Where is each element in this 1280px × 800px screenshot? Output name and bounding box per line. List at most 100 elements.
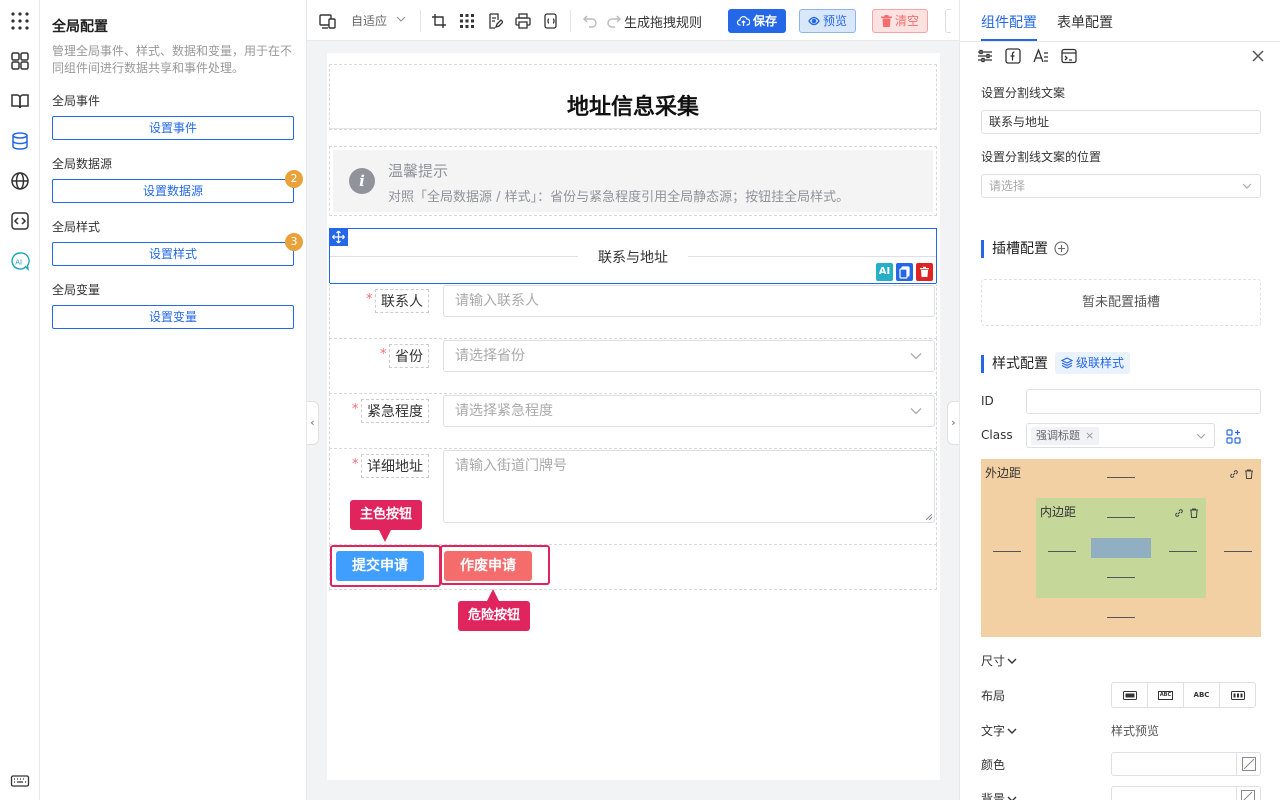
close-icon[interactable] [1251, 49, 1265, 63]
field-row-address: * 详细地址 请输入街道门牌号 [329, 448, 937, 545]
resize-handle-icon[interactable] [925, 513, 932, 520]
padding-right-value[interactable] [1169, 551, 1197, 552]
ai-assist-icon[interactable]: AI [876, 263, 893, 281]
callout-arrow [487, 589, 499, 601]
province-select[interactable]: 请选择省份 [443, 340, 935, 372]
padding-top-value[interactable] [1107, 517, 1135, 518]
padding-box: 内边距 [1036, 498, 1206, 598]
margin-left-value[interactable] [993, 551, 1021, 552]
chevron-down-icon [910, 353, 922, 360]
set-events-button[interactable]: 设置事件 [52, 116, 294, 140]
title-block[interactable]: 地址信息采集 [329, 64, 937, 130]
globe-icon[interactable] [10, 171, 30, 191]
required-mark: * [352, 457, 359, 472]
preview-button[interactable]: 预览 [799, 9, 857, 33]
tip-alert: i 温馨提示 对照「全局数据源 / 样式」：省份与紧急程度引用全局静态源；按钮挂… [333, 150, 933, 212]
province-placeholder: 请选择省份 [455, 348, 525, 364]
apps-grid-icon[interactable] [10, 11, 30, 31]
void-button[interactable]: 作废申请 [444, 551, 532, 581]
collapse-right-toggle[interactable]: › [947, 401, 959, 445]
keyboard-icon[interactable] [10, 771, 30, 791]
layout-block-button[interactable] [1111, 682, 1148, 708]
add-slot-icon[interactable] [1054, 241, 1069, 256]
address-textarea[interactable]: 请输入街道门牌号 [443, 450, 935, 523]
padding-bottom-value[interactable] [1107, 577, 1135, 578]
tip-block[interactable]: i 温馨提示 对照「全局数据源 / 样式」：省份与紧急程度引用全局静态源；按钮挂… [329, 146, 937, 216]
cascade-style-button[interactable]: 级联样式 [1055, 352, 1131, 374]
code-icon[interactable] [10, 211, 30, 231]
tag-close-icon[interactable]: × [1085, 427, 1094, 445]
device-icon[interactable] [319, 13, 337, 29]
redo-icon[interactable] [606, 13, 622, 29]
field-row-contact: * 联系人 请输入联系人 [329, 283, 937, 339]
chevron-down-icon [396, 16, 406, 22]
urgency-select[interactable]: 请选择紧急程度 [443, 395, 935, 427]
cloud-upload-icon [737, 16, 750, 26]
delete-icon[interactable] [916, 263, 933, 281]
terminal-icon[interactable] [1061, 48, 1077, 64]
color-input[interactable] [1111, 752, 1261, 776]
bg-picker-button[interactable] [1236, 787, 1260, 800]
link-icon[interactable] [1229, 469, 1239, 479]
divider-position-select[interactable]: 请选择 [981, 174, 1261, 198]
chevron-down-icon [1196, 433, 1206, 439]
toolbar-divider [420, 10, 421, 32]
background-toggle[interactable]: 背景 [981, 790, 1017, 800]
divider-text-input[interactable]: 联系与地址 [981, 110, 1261, 134]
class-manage-icon[interactable] [1226, 429, 1241, 444]
background-input[interactable] [1111, 786, 1261, 800]
color-picker-button[interactable] [1236, 753, 1260, 775]
undo-icon[interactable] [582, 13, 598, 29]
set-datasource-button[interactable]: 设置数据源 [52, 179, 294, 203]
margin-top-value[interactable] [1107, 477, 1135, 478]
tab-form-config[interactable]: 表单配置 [1057, 12, 1113, 32]
sliders-icon[interactable] [977, 48, 993, 64]
padding-left-value[interactable] [1048, 551, 1076, 552]
layout-flex-button[interactable] [1219, 682, 1256, 708]
clear-button[interactable]: 清空 [872, 9, 929, 33]
address-placeholder: 请输入街道门牌号 [455, 458, 567, 474]
save-button[interactable]: 保存 [728, 9, 787, 33]
layout-inline-button[interactable]: ABC [1183, 682, 1220, 708]
copy-icon[interactable] [896, 263, 913, 281]
book-icon[interactable] [10, 91, 30, 111]
qrcode-icon[interactable] [459, 13, 475, 29]
ai-icon[interactable]: AI [10, 251, 30, 271]
function-icon[interactable] [1005, 48, 1021, 64]
set-variables-button[interactable]: 设置变量 [52, 305, 294, 329]
link-icon[interactable] [1174, 508, 1184, 518]
print-icon[interactable] [515, 13, 531, 29]
more-button-edge[interactable] [945, 9, 951, 33]
province-label: 省份 [389, 344, 429, 368]
edit-note-icon[interactable] [487, 13, 503, 29]
collapse-left-toggle[interactable]: ‹ [307, 401, 319, 445]
generate-drag-rules-button[interactable]: 生成拖拽规则 [624, 12, 702, 31]
class-tag[interactable]: 强调标题 × [1031, 427, 1100, 445]
size-toggle[interactable]: 尺寸 [981, 652, 1017, 669]
margin-right-value[interactable] [1224, 551, 1252, 552]
contact-input[interactable]: 请输入联系人 [443, 285, 935, 317]
text-toggle[interactable]: 文字 [981, 722, 1017, 739]
trash-icon[interactable] [1189, 508, 1199, 518]
preview-label: 预览 [823, 14, 848, 28]
slot-config-title: 插槽配置 [981, 240, 1048, 258]
divider-block-selected[interactable]: 联系与地址 AI [329, 228, 937, 284]
json-icon[interactable] [543, 13, 559, 29]
trash-icon[interactable] [1244, 469, 1254, 479]
device-select[interactable]: 自适应 [351, 12, 387, 29]
panel-title: 全局配置 [52, 19, 108, 35]
margin-bottom-value[interactable] [1107, 617, 1135, 618]
database-icon[interactable] [10, 131, 30, 151]
id-input[interactable] [1026, 389, 1261, 414]
layout-inline-block-button[interactable]: ABC [1147, 682, 1184, 708]
tab-component-config[interactable]: 组件配置 [981, 12, 1037, 42]
text-style-icon[interactable] [1033, 48, 1049, 64]
submit-button[interactable]: 提交申请 [336, 551, 424, 581]
chevron-down-icon [1007, 728, 1017, 734]
set-styles-button[interactable]: 设置样式 [52, 242, 294, 266]
class-select[interactable]: 强调标题 × [1026, 423, 1215, 448]
drag-move-icon[interactable] [329, 228, 348, 246]
datasource-count-badge: 2 [285, 170, 303, 188]
crop-icon[interactable] [431, 13, 447, 29]
components-icon[interactable] [10, 51, 30, 71]
